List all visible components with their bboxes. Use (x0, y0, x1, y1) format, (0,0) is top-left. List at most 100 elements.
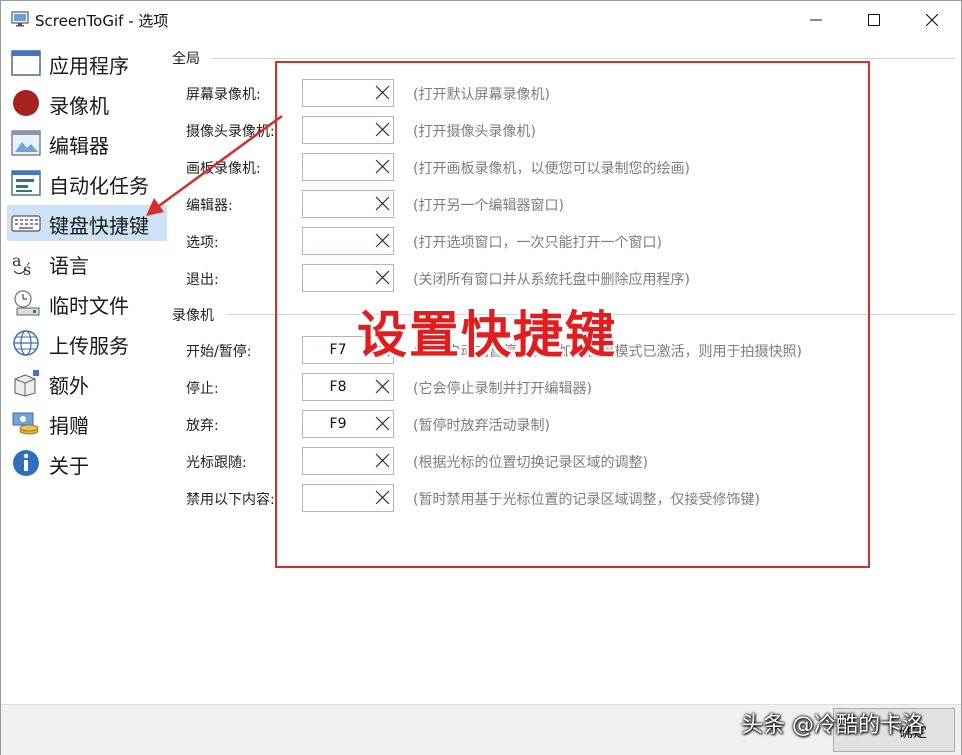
shortcut-label: 选项: (186, 235, 219, 251)
shortcut-key-input[interactable] (302, 153, 374, 181)
keyboard-icon (11, 209, 41, 237)
sidebar-item-upload[interactable]: 上传服务 (7, 325, 167, 361)
shortcut-label: 停止: (186, 381, 219, 397)
recorder-icon (11, 89, 41, 117)
automation-icon (11, 169, 41, 197)
shortcut-key-input[interactable] (302, 116, 374, 144)
application-window-icon (11, 49, 41, 77)
sidebar-item-label: 捐赠 (49, 414, 89, 438)
sidebar-item-label: 编辑器 (49, 134, 109, 158)
sidebar-item-donate[interactable]: 捐赠 (7, 405, 167, 441)
shortcut-description: (关闭所有窗口并从系统托盘中删除应用程序) (413, 272, 690, 288)
sidebar-item-temp-files[interactable]: 临时文件 (7, 285, 167, 321)
editor-icon (11, 129, 41, 157)
clear-shortcut-button[interactable] (372, 190, 394, 218)
shortcut-label: 退出: (186, 272, 219, 288)
shortcut-key-input[interactable] (302, 190, 374, 218)
clear-x-icon (375, 233, 390, 248)
clear-x-icon (375, 379, 390, 394)
shortcut-label: 屏幕录像机: (186, 87, 261, 103)
shortcut-label: 编辑器: (186, 198, 233, 214)
sidebar-item-label: 键盘快捷键 (49, 214, 149, 238)
shortcut-key-input[interactable]: F9 (302, 410, 374, 438)
sidebar-item-label: 关于 (49, 454, 89, 478)
sidebar-item-language[interactable]: aś 语言 (7, 245, 167, 281)
clear-shortcut-button[interactable] (372, 264, 394, 292)
shortcut-key-input[interactable]: F8 (302, 373, 374, 401)
svg-text:ś: ś (23, 260, 31, 277)
globe-icon (11, 329, 41, 357)
shortcut-key-input[interactable] (302, 264, 374, 292)
sidebar-item-application[interactable]: 应用程序 (7, 45, 167, 81)
sidebar-item-editor[interactable]: 编辑器 (7, 125, 167, 161)
close-button[interactable] (903, 1, 961, 39)
window-title: ScreenToGif - 选项 (35, 12, 169, 30)
sidebar-item-label: 自动化任务 (49, 174, 149, 198)
shortcut-description: (根据光标的位置切换记录区域的调整) (413, 455, 648, 471)
clear-x-icon (375, 159, 390, 174)
shortcut-key-input[interactable] (302, 79, 374, 107)
annotation-text: 设置快捷键 (357, 306, 617, 364)
clear-x-icon (375, 416, 390, 431)
maximize-button[interactable] (845, 1, 903, 39)
shortcut-description: (打开另一个编辑器窗口) (413, 198, 564, 214)
shortcut-label: 开始/暂停: (186, 344, 252, 360)
shortcut-key-input[interactable] (302, 447, 374, 475)
clear-shortcut-button[interactable] (372, 373, 394, 401)
shortcut-description: (打开画板录像机，以便您可以录制您的绘画) (413, 161, 690, 177)
sidebar-item-label: 额外 (49, 374, 89, 398)
options-window: ScreenToGif - 选项 应用程序 录像机 编辑器 自动化任务 键盘快捷… (0, 0, 962, 755)
clear-shortcut-button[interactable] (372, 116, 394, 144)
clear-shortcut-button[interactable] (372, 410, 394, 438)
app-monitor-icon (11, 11, 29, 27)
section-recorder-title: 录像机 (172, 308, 214, 324)
clear-x-icon (375, 270, 390, 285)
minimize-icon (810, 19, 822, 21)
sidebar-item-recorder[interactable]: 录像机 (7, 85, 167, 121)
watermark: 头条 @冷酷的卡洛 (741, 713, 924, 738)
clear-shortcut-button[interactable] (372, 227, 394, 255)
sidebar-item-label: 临时文件 (49, 294, 129, 318)
shortcut-label: 禁用以下内容: (186, 492, 275, 508)
shortcut-description: (它会停止录制并打开编辑器) (413, 381, 592, 397)
clear-shortcut-button[interactable] (372, 447, 394, 475)
sidebar-item-extras[interactable]: 额外 (7, 365, 167, 401)
clear-x-icon (375, 122, 390, 137)
clear-shortcut-button[interactable] (372, 79, 394, 107)
sidebar-item-label: 上传服务 (49, 334, 129, 358)
sidebar-item-label: 录像机 (49, 94, 109, 118)
clear-shortcut-button[interactable] (372, 484, 394, 512)
sidebar-item-label: 应用程序 (49, 54, 129, 78)
clear-x-icon (375, 85, 390, 100)
extras-icon (11, 369, 41, 397)
sidebar-item-keyboard-shortcuts[interactable]: 键盘快捷键 (7, 205, 167, 241)
shortcut-key-input[interactable] (302, 227, 374, 255)
shortcut-label: 画板录像机: (186, 161, 261, 177)
section-global-title: 全局 (172, 51, 200, 67)
shortcut-description: (暂停时放弃活动录制) (413, 418, 550, 434)
close-icon (926, 14, 938, 26)
minimize-button[interactable] (787, 1, 845, 39)
shortcut-description: (打开选项窗口，一次只能打开一个窗口) (413, 235, 662, 251)
shortcut-description: (打开默认屏幕录像机) (413, 87, 550, 103)
shortcut-label: 光标跟随: (186, 455, 247, 471)
section-divider (211, 58, 955, 59)
sidebar-item-about[interactable]: 关于 (7, 445, 167, 481)
sidebar-item-label: 语言 (49, 254, 89, 278)
shortcut-label: 摄像头录像机: (186, 124, 275, 140)
temp-files-icon (11, 289, 41, 317)
clear-shortcut-button[interactable] (372, 153, 394, 181)
sidebar-item-automation[interactable]: 自动化任务 (7, 165, 167, 201)
title-bar: ScreenToGif - 选项 (1, 1, 961, 39)
shortcut-label: 放弃: (186, 418, 219, 434)
clear-x-icon (375, 490, 390, 505)
info-icon (11, 449, 41, 477)
shortcut-description: (打开摄像头录像机) (413, 124, 536, 140)
shortcut-description: (暂时禁用基于光标位置的记录区域调整，仅接受修饰键) (413, 492, 760, 508)
svg-text:a: a (12, 251, 22, 270)
clear-x-icon (375, 453, 390, 468)
language-icon: aś (11, 249, 41, 279)
clear-x-icon (375, 196, 390, 211)
maximize-icon (868, 14, 880, 26)
shortcut-key-input[interactable] (302, 484, 374, 512)
